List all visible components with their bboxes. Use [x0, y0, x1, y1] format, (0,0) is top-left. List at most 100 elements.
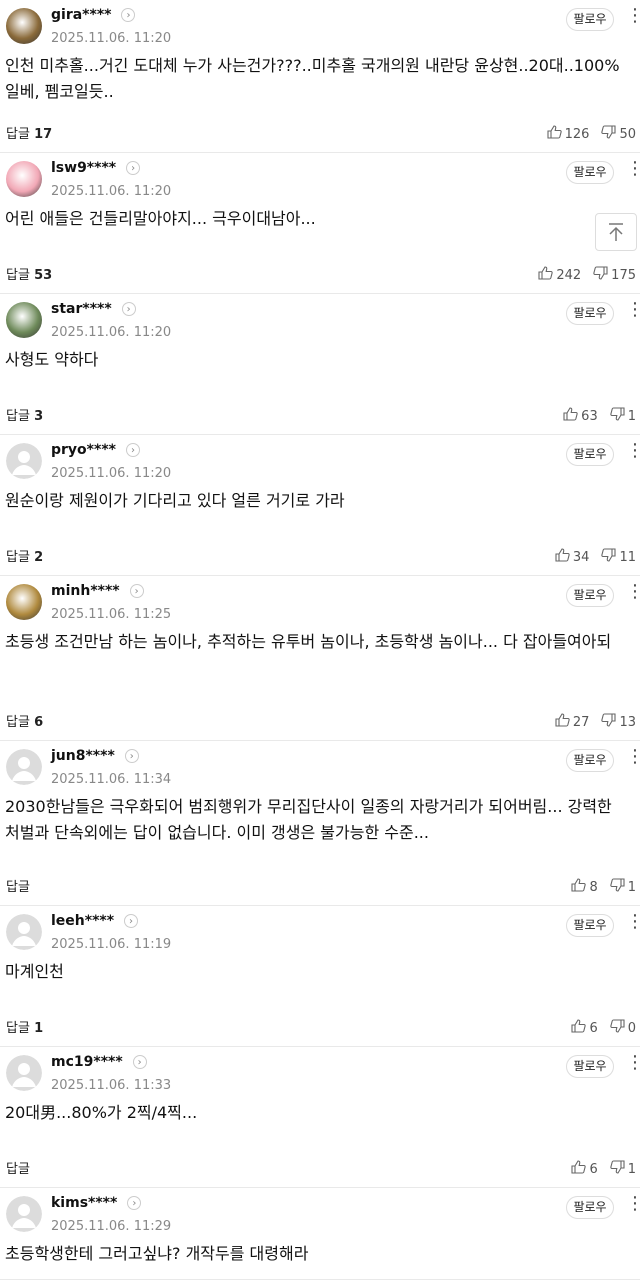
user-info[interactable]: star**** › — [51, 301, 136, 317]
follow-button[interactable]: 팔로우 — [566, 584, 614, 607]
chevron-right-icon[interactable]: › — [121, 302, 136, 316]
chevron-right-icon[interactable]: › — [121, 8, 136, 22]
avatar[interactable] — [6, 8, 42, 44]
reply-button[interactable]: 답글 6 — [6, 711, 43, 730]
more-vertical-icon[interactable]: ⋮ — [626, 442, 640, 460]
more-vertical-icon[interactable]: ⋮ — [626, 1054, 640, 1072]
user-info[interactable]: gira**** › — [51, 7, 136, 23]
user-info[interactable]: minh**** › — [51, 583, 144, 599]
reply-label: 답글 — [6, 1162, 30, 1177]
avatar[interactable] — [6, 302, 42, 338]
like-button[interactable]: 126 — [547, 125, 589, 143]
reply-button[interactable]: 답글 3 — [6, 405, 43, 424]
reply-button[interactable]: 답글 — [6, 876, 30, 895]
like-button[interactable]: 6 — [571, 1019, 598, 1037]
username[interactable]: gira**** — [51, 7, 111, 23]
reply-button[interactable]: 답글 — [6, 1158, 30, 1177]
dislike-button[interactable]: 50 — [601, 125, 636, 143]
avatar[interactable] — [6, 1055, 42, 1091]
like-button[interactable]: 27 — [555, 713, 589, 731]
more-vertical-icon[interactable]: ⋮ — [626, 913, 640, 931]
follow-button[interactable]: 팔로우 — [566, 302, 614, 325]
comment-text: 20대男...80%가 2찍/4찍... — [5, 1103, 198, 1122]
thumbs-up-icon — [571, 1019, 589, 1037]
reply-label: 답글 — [6, 268, 30, 283]
dislike-button[interactable]: 1 — [610, 407, 636, 425]
username[interactable]: star**** — [51, 301, 112, 317]
dislike-count: 1 — [627, 879, 636, 895]
dislike-button[interactable]: 1 — [610, 878, 636, 896]
username[interactable]: leeh**** — [51, 913, 114, 929]
comment-timestamp: 2025.11.06. 11:19 — [51, 937, 172, 952]
follow-button[interactable]: 팔로우 — [566, 8, 614, 31]
reply-button[interactable]: 답글 53 — [6, 264, 52, 283]
user-info[interactable]: pryo**** › — [51, 442, 140, 458]
scroll-to-top-button[interactable] — [595, 213, 637, 251]
avatar[interactable] — [6, 443, 42, 479]
comment-text: 초등학생한테 그러고싶냐? 개작두를 대령해라 — [5, 1244, 309, 1263]
more-vertical-icon[interactable]: ⋮ — [626, 301, 640, 319]
comment-text: 원순이랑 제원이가 기다리고 있다 얼른 거기로 가라 — [5, 491, 345, 510]
more-vertical-icon[interactable]: ⋮ — [626, 7, 640, 25]
user-info[interactable]: lsw9**** › — [51, 160, 141, 176]
thumbs-up-icon — [571, 1160, 589, 1178]
user-info[interactable]: mc19**** › — [51, 1054, 147, 1070]
username[interactable]: kims**** — [51, 1195, 117, 1211]
thumbs-down-icon — [610, 878, 628, 896]
username[interactable]: mc19**** — [51, 1054, 123, 1070]
like-button[interactable]: 242 — [538, 266, 581, 284]
comment-text: 어린 애들은 건들리말아야지... 극우이대남아... — [5, 209, 316, 228]
more-vertical-icon[interactable]: ⋮ — [626, 160, 640, 178]
more-vertical-icon[interactable]: ⋮ — [626, 1195, 640, 1213]
chevron-right-icon[interactable]: › — [126, 161, 141, 175]
comment-item: star**** › 2025.11.06. 11:20 팔로우 ⋮ 사형도 약… — [0, 294, 640, 435]
follow-button[interactable]: 팔로우 — [566, 443, 614, 466]
follow-button[interactable]: 팔로우 — [566, 1055, 614, 1078]
avatar[interactable] — [6, 161, 42, 197]
follow-button[interactable]: 팔로우 — [566, 161, 614, 184]
dislike-count: 0 — [627, 1020, 636, 1036]
dislike-count: 13 — [619, 714, 636, 730]
follow-button[interactable]: 팔로우 — [566, 749, 614, 772]
like-button[interactable]: 8 — [571, 878, 598, 896]
username[interactable]: minh**** — [51, 583, 120, 599]
username[interactable]: lsw9**** — [51, 160, 116, 176]
user-info[interactable]: leeh**** › — [51, 913, 139, 929]
dislike-button[interactable]: 11 — [601, 548, 636, 566]
avatar[interactable] — [6, 749, 42, 785]
chevron-right-icon[interactable]: › — [124, 914, 139, 928]
follow-button[interactable]: 팔로우 — [566, 914, 614, 937]
reply-button[interactable]: 답글 1 — [6, 1017, 43, 1036]
more-vertical-icon[interactable]: ⋮ — [626, 748, 640, 766]
chevron-right-icon[interactable]: › — [129, 584, 144, 598]
chevron-right-icon[interactable]: › — [132, 1055, 147, 1069]
thumbs-up-icon — [555, 713, 573, 731]
more-vertical-icon[interactable]: ⋮ — [626, 583, 640, 601]
dislike-button[interactable]: 13 — [601, 713, 636, 731]
chevron-right-icon[interactable]: › — [124, 749, 139, 763]
thumbs-up-icon — [547, 125, 565, 143]
username[interactable]: jun8**** — [51, 748, 115, 764]
comment-text: 초등생 조건만남 하는 놈이나, 추적하는 유투버 놈이나, 초등학생 놈이나.… — [5, 632, 612, 651]
username[interactable]: pryo**** — [51, 442, 116, 458]
thumbs-down-icon — [601, 125, 619, 143]
thumbs-down-icon — [610, 1160, 628, 1178]
dislike-count: 1 — [627, 408, 636, 424]
chevron-right-icon[interactable]: › — [125, 443, 140, 457]
dislike-button[interactable]: 1 — [610, 1160, 636, 1178]
like-button[interactable]: 63 — [563, 407, 598, 425]
chevron-right-icon[interactable]: › — [127, 1196, 142, 1210]
avatar[interactable] — [6, 1196, 42, 1232]
user-info[interactable]: kims**** › — [51, 1195, 142, 1211]
avatar[interactable] — [6, 914, 42, 950]
reply-button[interactable]: 답글 17 — [6, 123, 52, 142]
dislike-button[interactable]: 175 — [593, 266, 636, 284]
dislike-button[interactable]: 0 — [610, 1019, 636, 1037]
thumbs-up-icon — [538, 266, 556, 284]
follow-button[interactable]: 팔로우 — [566, 1196, 614, 1219]
user-info[interactable]: jun8**** › — [51, 748, 139, 764]
reply-button[interactable]: 답글 2 — [6, 546, 43, 565]
like-button[interactable]: 34 — [555, 548, 589, 566]
like-button[interactable]: 6 — [571, 1160, 598, 1178]
avatar[interactable] — [6, 584, 42, 620]
